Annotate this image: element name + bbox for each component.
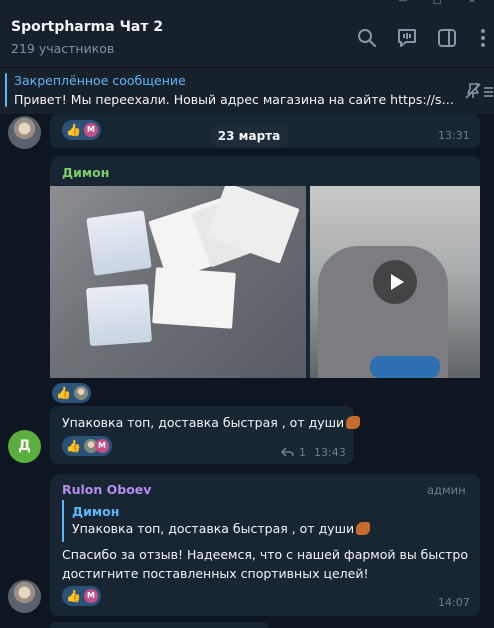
thumbs-up-icon: 👍 xyxy=(66,123,81,137)
reaction-pill[interactable]: 👍 М xyxy=(62,120,101,140)
quote-accent-bar xyxy=(62,500,64,542)
message-time: 14:07 xyxy=(438,596,470,609)
message-text: Упаковка топ, доставка быстрая , от души xyxy=(62,413,361,432)
play-icon xyxy=(391,274,404,290)
reply-arrow-icon[interactable] xyxy=(280,446,294,458)
quoted-sender: Димон xyxy=(72,504,120,519)
message-time: 13:31 xyxy=(438,129,470,142)
window-close-icon[interactable]: ✕ xyxy=(465,0,479,6)
pinned-title: Закреплённое сообщение xyxy=(14,73,186,88)
sender-name[interactable]: Димон xyxy=(62,165,109,180)
window-maximize-icon[interactable]: □ xyxy=(430,0,444,6)
reactor-avatar xyxy=(73,386,88,400)
reply-count[interactable]: 1 xyxy=(299,446,306,459)
pinned-accent-bar xyxy=(5,73,7,107)
pinned-message-bar[interactable]: Закреплённое сообщение Привет! Мы переех… xyxy=(0,68,494,114)
search-icon[interactable] xyxy=(356,27,378,49)
sidebar-icon[interactable] xyxy=(436,27,458,49)
unpin-icon[interactable] xyxy=(464,82,494,100)
avatar[interactable] xyxy=(8,116,41,149)
admin-badge: админ xyxy=(427,483,466,497)
flexed-biceps-icon xyxy=(346,416,361,429)
thumbs-up-icon: 👍 xyxy=(66,439,81,453)
more-icon[interactable] xyxy=(472,27,494,49)
message-time: 13:43 xyxy=(314,446,346,459)
video-chat-icon[interactable] xyxy=(396,27,418,49)
member-count[interactable]: 219 участников xyxy=(11,41,114,56)
sender-name[interactable]: Rulon Oboev xyxy=(62,482,151,497)
photo-attachment[interactable] xyxy=(50,186,306,378)
reaction-pill[interactable]: 👍 xyxy=(52,383,91,403)
reactor-avatar: М xyxy=(94,439,109,453)
flexed-biceps-icon xyxy=(356,522,371,535)
quoted-text: Упаковка топ, доставка быстрая , от души xyxy=(72,521,371,536)
quoted-reply[interactable]: Димон Упаковка топ, доставка быстрая , о… xyxy=(62,500,371,542)
message-text-line: достигните поставленных спортивных целей… xyxy=(62,566,369,581)
message-bubble xyxy=(50,622,268,628)
reaction-pill[interactable]: 👍 М xyxy=(62,586,101,606)
chat-title[interactable]: Sportpharma Чат 2 xyxy=(11,19,163,35)
thumbs-up-icon: 👍 xyxy=(56,386,71,400)
date-separator: 23 марта xyxy=(209,125,289,147)
avatar[interactable]: Д xyxy=(8,430,41,463)
chat-header: — □ ✕ Sportpharma Чат 2 219 участников xyxy=(0,0,494,68)
reaction-pill[interactable]: 👍 М xyxy=(62,436,112,456)
reactor-avatar: М xyxy=(83,123,98,137)
pinned-text: Привет! Мы переехали. Новый адрес магази… xyxy=(14,92,454,107)
reactor-avatar: М xyxy=(83,589,98,603)
window-minimize-icon[interactable]: — xyxy=(396,0,410,6)
message-text-line: Спасибо за отзыв! Надеемся, что с нашей … xyxy=(62,547,468,562)
thumbs-up-icon: 👍 xyxy=(66,589,81,603)
avatar[interactable] xyxy=(8,580,41,613)
